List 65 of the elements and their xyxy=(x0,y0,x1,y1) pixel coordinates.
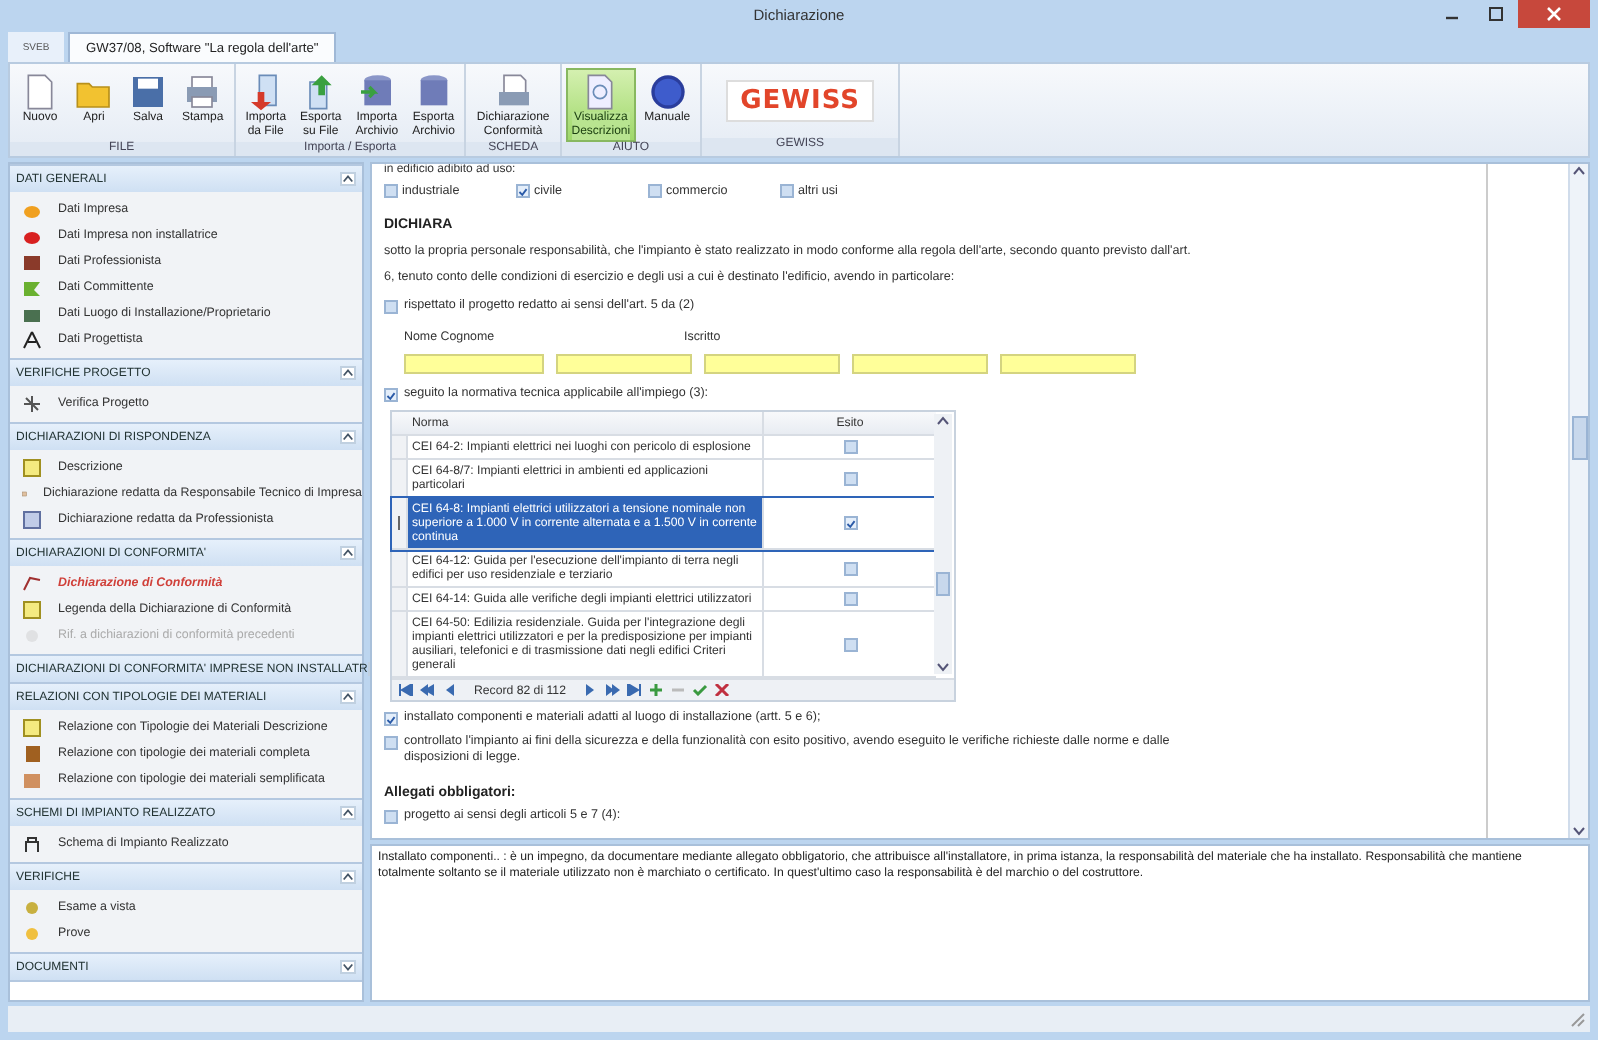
checkbox[interactable] xyxy=(843,440,857,454)
checkbox[interactable] xyxy=(843,516,857,530)
close-button[interactable] xyxy=(1518,0,1590,28)
scroll-down-icon xyxy=(1570,826,1588,838)
checkbox[interactable] xyxy=(384,810,398,824)
resize-grip-icon xyxy=(1570,1012,1586,1028)
scroll-thumb[interactable] xyxy=(1571,416,1587,460)
close-icon xyxy=(1546,6,1562,22)
close-icon xyxy=(714,684,731,696)
fast-forward-icon xyxy=(604,684,621,696)
checkbox[interactable] xyxy=(384,736,398,750)
row-selector[interactable] xyxy=(392,498,408,548)
chevron-icon xyxy=(340,366,356,380)
chevron-icon xyxy=(340,960,356,974)
checkbox[interactable] xyxy=(843,637,857,651)
row-selector[interactable] xyxy=(392,550,408,586)
checkbox[interactable] xyxy=(648,184,662,198)
item-icon xyxy=(22,393,42,413)
scrollbar[interactable] xyxy=(934,414,952,674)
input-field[interactable] xyxy=(852,354,988,374)
row-indicator-icon xyxy=(396,516,402,530)
plus-icon xyxy=(648,684,665,696)
nav-button[interactable] xyxy=(713,682,732,698)
checkbox[interactable] xyxy=(384,184,398,198)
brand-logo: GEWISS xyxy=(726,80,874,122)
scroll-thumb[interactable] xyxy=(936,572,950,596)
nav-button[interactable] xyxy=(603,682,622,698)
first-icon xyxy=(397,684,413,696)
chevron-icon xyxy=(340,870,356,884)
scroll-up-icon xyxy=(934,414,952,426)
next-icon xyxy=(582,684,599,696)
chevron-icon xyxy=(340,430,356,444)
printer-icon xyxy=(182,72,223,112)
scroll-up-icon xyxy=(1570,164,1588,176)
help-icon xyxy=(647,72,688,112)
nav-button[interactable] xyxy=(396,682,414,698)
scrollbar[interactable] xyxy=(1568,164,1588,838)
rewind-icon xyxy=(419,684,435,696)
last-icon xyxy=(626,684,643,696)
chevron-icon xyxy=(340,172,356,186)
item-icon xyxy=(22,833,42,853)
minus-icon xyxy=(670,684,687,696)
nav-button[interactable] xyxy=(418,682,436,698)
checkbox[interactable] xyxy=(384,712,398,726)
nav-button[interactable] xyxy=(625,682,644,698)
checkbox[interactable] xyxy=(843,561,857,575)
input-field[interactable] xyxy=(556,354,692,374)
chevron-icon xyxy=(340,690,356,704)
input-field[interactable] xyxy=(404,354,544,374)
previous-icon xyxy=(441,684,457,696)
checkmark-icon xyxy=(692,684,709,696)
input-field[interactable] xyxy=(704,354,840,374)
nav-button[interactable] xyxy=(647,682,666,698)
checkbox[interactable] xyxy=(384,300,398,314)
checkbox[interactable] xyxy=(780,184,794,198)
checkbox[interactable] xyxy=(843,592,857,606)
input-field[interactable] xyxy=(1000,354,1136,374)
item-icon xyxy=(22,329,42,349)
scroll-down-icon xyxy=(934,662,952,674)
chevron-icon xyxy=(340,546,356,560)
checkbox[interactable] xyxy=(384,388,398,402)
checkbox[interactable] xyxy=(516,184,530,198)
maximize-icon xyxy=(1488,6,1504,22)
chevron-icon xyxy=(340,806,356,820)
checkbox[interactable] xyxy=(843,471,857,485)
